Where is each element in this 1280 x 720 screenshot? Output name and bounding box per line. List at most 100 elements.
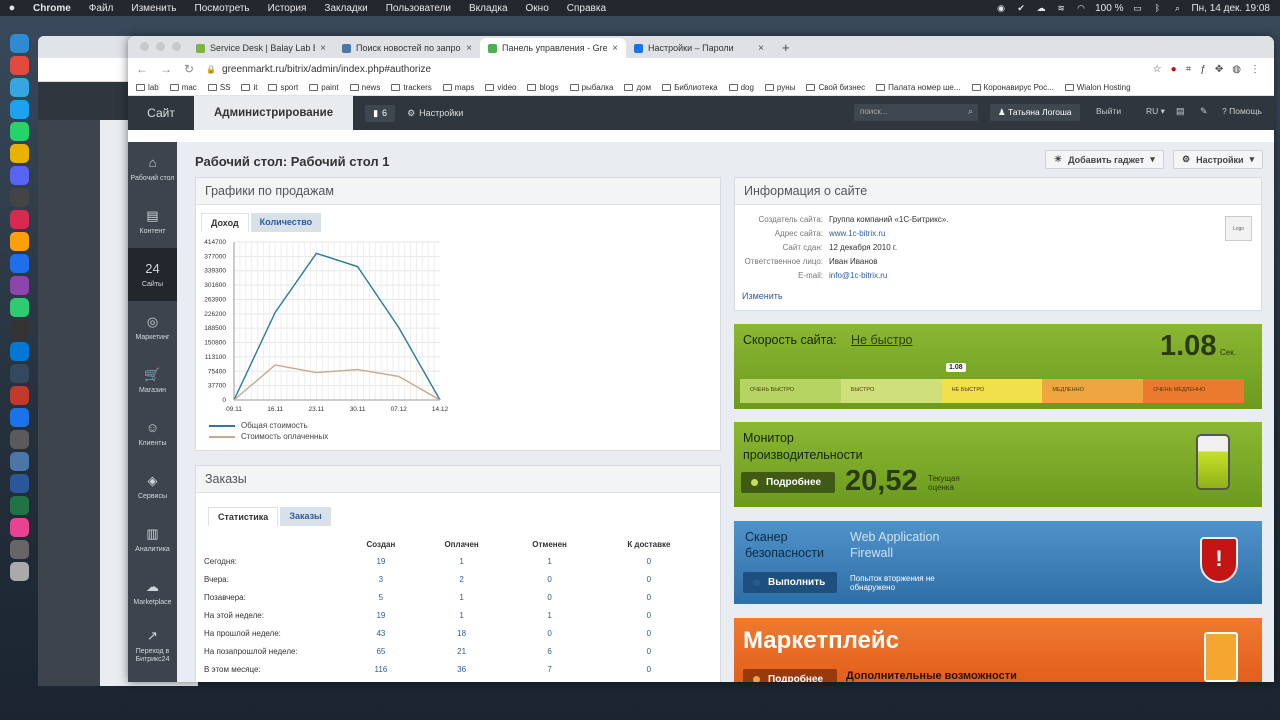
dock-app-icon[interactable]	[9, 100, 29, 119]
menu-item[interactable]: Посмотреть	[186, 3, 259, 14]
bookmark-item[interactable]: sport	[268, 83, 298, 92]
function-icon[interactable]: ƒ	[1200, 64, 1206, 75]
clock[interactable]: Пн, 14 дек. 19:08	[1191, 3, 1270, 14]
search-icon[interactable]: ⌕	[968, 106, 973, 117]
forward-icon[interactable]: →	[160, 62, 172, 76]
bookmark-item[interactable]: дом	[624, 83, 651, 92]
perf-details-button[interactable]: Подробнее	[741, 472, 835, 493]
record-icon[interactable]: ◉	[995, 3, 1007, 13]
bookmark-item[interactable]: maps	[442, 83, 474, 92]
pin-icon[interactable]: ✎	[1200, 106, 1208, 117]
table-cell[interactable]: 0	[594, 624, 704, 642]
dock-app-icon[interactable]	[9, 452, 29, 471]
close-tab-icon[interactable]: ×	[612, 43, 618, 54]
table-cell[interactable]: 0	[594, 642, 704, 660]
table-cell[interactable]: 18	[418, 624, 506, 642]
bookmark-item[interactable]: lab	[136, 83, 159, 92]
maximize-window-button[interactable]	[172, 42, 181, 51]
profile-icon[interactable]: ◍	[1232, 64, 1241, 75]
menu-item[interactable]: Изменить	[122, 3, 185, 14]
cloud-icon[interactable]: ☁	[1035, 3, 1047, 13]
table-cell[interactable]: 0	[594, 552, 704, 570]
menu-item[interactable]: История	[259, 3, 316, 14]
dock-app-icon[interactable]	[9, 386, 29, 405]
bookmark-item[interactable]: Свой бизнес	[806, 83, 865, 92]
close-window-button[interactable]	[140, 42, 149, 51]
dock-app-icon[interactable]	[9, 540, 29, 559]
left-menu-item[interactable]: ▥ Аналитика	[128, 513, 177, 566]
dock-app-icon[interactable]	[9, 210, 29, 229]
browser-tab[interactable]: Поиск новостей по запросу «...×	[334, 38, 480, 58]
tab-quantity[interactable]: Количество	[250, 213, 322, 232]
dock-app-icon[interactable]	[9, 408, 29, 427]
left-menu-item[interactable]: ◎ Маркетинг	[128, 301, 177, 354]
notifications-button[interactable]: ▮ 6	[365, 104, 396, 122]
crop-icon[interactable]: ⌗	[1186, 64, 1192, 75]
dock-app-icon[interactable]	[9, 122, 29, 141]
browser-tab[interactable]: Service Desk | Balay Lab Balay×	[188, 38, 334, 58]
marketplace-details-button[interactable]: Подробнее	[743, 669, 837, 682]
user-button[interactable]: ♟ Татьяна Логоша	[990, 104, 1080, 121]
dock-app-icon[interactable]	[9, 496, 29, 515]
star-icon[interactable]: ☆	[1153, 64, 1162, 75]
search-icon[interactable]: ⌕	[1171, 3, 1183, 13]
table-cell[interactable]: 1	[505, 606, 593, 624]
left-menu-item[interactable]: ☺ Клиенты	[128, 407, 177, 460]
page-settings-button[interactable]: ⚙ Настройки ▾	[1173, 150, 1264, 169]
dock-app-icon[interactable]	[9, 56, 29, 75]
bookmark-item[interactable]: news	[349, 83, 380, 92]
table-cell[interactable]: 36	[418, 660, 506, 678]
url-field[interactable]: 🔒 greenmarkt.ru/bitrix/admin/index.php#a…	[206, 64, 1141, 75]
close-tab-icon[interactable]: ×	[466, 43, 472, 54]
apple-icon[interactable]: ●	[0, 2, 24, 14]
bluetooth-icon[interactable]: ᛒ	[1151, 3, 1163, 13]
menu-app[interactable]: Chrome	[24, 3, 80, 14]
dock-app-icon[interactable]	[9, 364, 29, 383]
bookmark-item[interactable]: paint	[309, 83, 339, 92]
bookmark-item[interactable]: Палата номер ше...	[876, 83, 961, 92]
dock-app-icon[interactable]	[9, 518, 29, 537]
table-cell[interactable]: 1	[418, 588, 506, 606]
bookmark-item[interactable]: SS	[207, 83, 230, 92]
close-tab-icon[interactable]: ×	[758, 43, 764, 54]
extension-icon[interactable]: ●	[1171, 64, 1177, 75]
table-cell[interactable]: 0	[505, 570, 593, 588]
menu-item[interactable]: Справка	[558, 3, 615, 14]
tab-income[interactable]: Доход	[201, 213, 249, 232]
menu-item[interactable]: Вкладка	[460, 3, 517, 14]
list-icon[interactable]: ▤	[1176, 106, 1185, 117]
table-cell[interactable]: 0	[505, 588, 593, 606]
left-menu-item[interactable]: 🛒 Магазин	[128, 354, 177, 407]
new-tab-button[interactable]: +	[772, 38, 800, 58]
bookmark-item[interactable]: dog	[728, 83, 754, 92]
help-link[interactable]: ? Помощь	[1222, 106, 1262, 116]
table-cell[interactable]: 2	[418, 570, 506, 588]
browser-tab[interactable]: Панель управления - GreenM...×	[480, 38, 626, 58]
bookmark-item[interactable]: video	[485, 83, 516, 92]
bookmark-item[interactable]: it	[241, 83, 257, 92]
menu-item[interactable]: Файл	[80, 3, 123, 14]
table-cell[interactable]: 0	[594, 588, 704, 606]
table-cell[interactable]: 7	[505, 660, 593, 678]
dock-app-icon[interactable]	[9, 474, 29, 493]
table-cell[interactable]: 21	[418, 642, 506, 660]
table-cell[interactable]: 3	[344, 570, 418, 588]
menu-item[interactable]: Окно	[517, 3, 558, 14]
dock-app-icon[interactable]	[9, 430, 29, 449]
table-cell[interactable]: 0	[594, 606, 704, 624]
minimize-window-button[interactable]	[156, 42, 165, 51]
table-cell[interactable]: 0	[505, 624, 593, 642]
search-input[interactable]: поиск... ⌕	[854, 104, 978, 121]
left-menu-item[interactable]: ▤ Контент	[128, 195, 177, 248]
left-menu-item[interactable]: ↗ Переход в Битрикс24	[128, 619, 177, 672]
table-cell[interactable]: 0	[594, 570, 704, 588]
bookmark-item[interactable]: руны	[764, 83, 795, 92]
add-gadget-button[interactable]: ☀ Добавить гаджет ▾	[1045, 150, 1164, 169]
table-cell[interactable]: 65	[344, 642, 418, 660]
logout-link[interactable]: Выйти	[1096, 106, 1121, 116]
dock-app-icon[interactable]	[9, 320, 29, 339]
table-cell[interactable]: 6	[505, 642, 593, 660]
dock-app-icon[interactable]	[9, 34, 29, 53]
left-menu-item[interactable]: ☁ Marketplace	[128, 566, 177, 619]
table-cell[interactable]: 1	[505, 552, 593, 570]
